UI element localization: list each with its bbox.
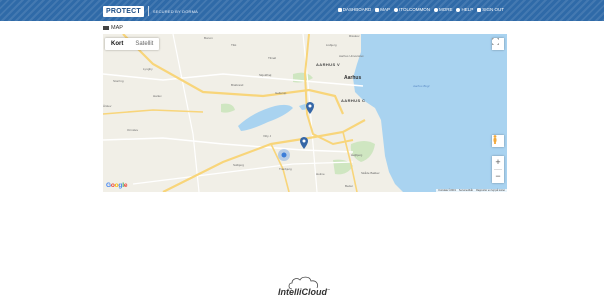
help-icon [456,7,461,12]
nav-more[interactable]: MORE [433,7,453,12]
brand-subtitle: SECURED BY DORMA [152,8,198,14]
place-label-major: AARHUS C [341,98,366,103]
brand[interactable]: PROTECT SECURED BY DORMA [103,5,198,17]
google-logo: Google [106,182,127,189]
map-icon [103,26,109,30]
place-label: Tilmøl [268,56,277,60]
zoom-out-button[interactable]: − [492,170,504,183]
nav-dashboard[interactable]: DASHBOARD [337,7,372,12]
top-navigation-bar: PROTECT SECURED BY DORMA DASHBOARD MAP I… [0,0,604,21]
gear-icon [394,7,399,12]
place-label: Tranbjerg [279,167,292,171]
fullscreen-icon [492,38,499,45]
motorway [103,109,204,115]
nav-itolcommon-label: ITOLCOMMON [399,7,430,12]
nav-sign-out[interactable]: SIGN OUT [477,7,504,12]
brand-divider [147,6,149,16]
place-label: Borum [204,36,213,40]
nav-itolcommon[interactable]: ITOLCOMMON [394,7,430,12]
nav-map[interactable]: MAP [375,7,390,12]
motorway [162,119,366,192]
nav-help[interactable]: HELP [456,7,473,12]
map-view[interactable]: Borum Tilst Lisbjerg Tilmøl Lyngby Storr… [103,34,507,192]
page-title: MAP [103,25,123,31]
zoom-control: + − [492,156,504,183]
map-type-control: Kort Satellit [105,38,160,50]
place-label: Risskov [349,34,360,38]
map-marker-north[interactable] [306,102,314,114]
place-label: Holme [316,172,325,176]
place-label: Storring [113,79,124,83]
minor-road [103,137,354,153]
trademark: ™ [327,288,330,292]
place-label: Brabrand [231,83,244,87]
signout-icon [477,7,482,12]
bay-water [353,34,507,192]
map-marker-south[interactable] [300,137,308,149]
place-label: Viby J [263,134,272,138]
park [221,103,235,113]
gear-icon [433,7,438,12]
place-label-major: AARHUS V [316,62,341,67]
nav-map-label: MAP [380,7,391,12]
nav-dashboard-label: DASHBOARD [342,7,372,12]
place-label: Lyngby [143,67,153,71]
footer-logo: IntelliCloud™ [268,276,340,302]
place-label: Solbjerg [233,163,245,167]
place-label: Ormslev [127,128,139,132]
place-label: Højbjerg [351,153,363,157]
place-label: Skjoldhøj [259,73,272,77]
map-icon [375,7,380,12]
place-label: Årslev [103,104,112,108]
location-cluster-core [281,152,287,158]
pegman-icon [493,135,497,144]
brand-logo[interactable]: PROTECT [103,5,144,17]
nav-help-label: HELP [461,7,474,12]
footer-brand: IntelliCloud™ [268,287,340,297]
map-data-credit: Kortdata ©2019 [438,189,456,192]
place-label-water: Aarhus Bugt [413,84,430,88]
nav-sign-out-label: SIGN OUT [482,7,504,12]
place-label: Gellerup [275,91,287,95]
map-attribution: Kortdata ©2019 Servicevilkår Rapportér e… [436,189,507,192]
street-view-button[interactable] [492,135,504,147]
lake [238,104,293,131]
google-letter: e [123,182,128,189]
place-label-city: Aarhus [344,75,362,81]
footer-brand-text: IntelliCloud [278,287,327,297]
map-type-satellite-button[interactable]: Satellit [129,38,159,50]
place-label: Tilst [231,43,237,47]
place-label: Harlev [153,94,162,98]
nav-more-label: MORE [438,7,453,12]
place-label: Skåde Bakker [361,171,380,175]
fullscreen-button[interactable] [492,38,504,50]
report-error-link[interactable]: Rapportér en fejl på kortet [476,189,505,192]
place-label: Aarhus Universitet [339,54,364,58]
place-label: Beder [345,184,354,188]
zoom-in-button[interactable]: + [492,156,504,169]
main-nav: DASHBOARD MAP ITOLCOMMON MORE HELP SIGN … [337,7,504,12]
map-canvas[interactable] [103,34,507,192]
park [350,141,375,162]
dashboard-icon [337,7,342,12]
page-title-text: MAP [111,25,123,31]
map-type-map-button[interactable]: Kort [105,38,129,50]
terms-link[interactable]: Servicevilkår [459,189,473,192]
minor-road [172,34,200,192]
place-label: Lisbjerg [326,43,337,47]
